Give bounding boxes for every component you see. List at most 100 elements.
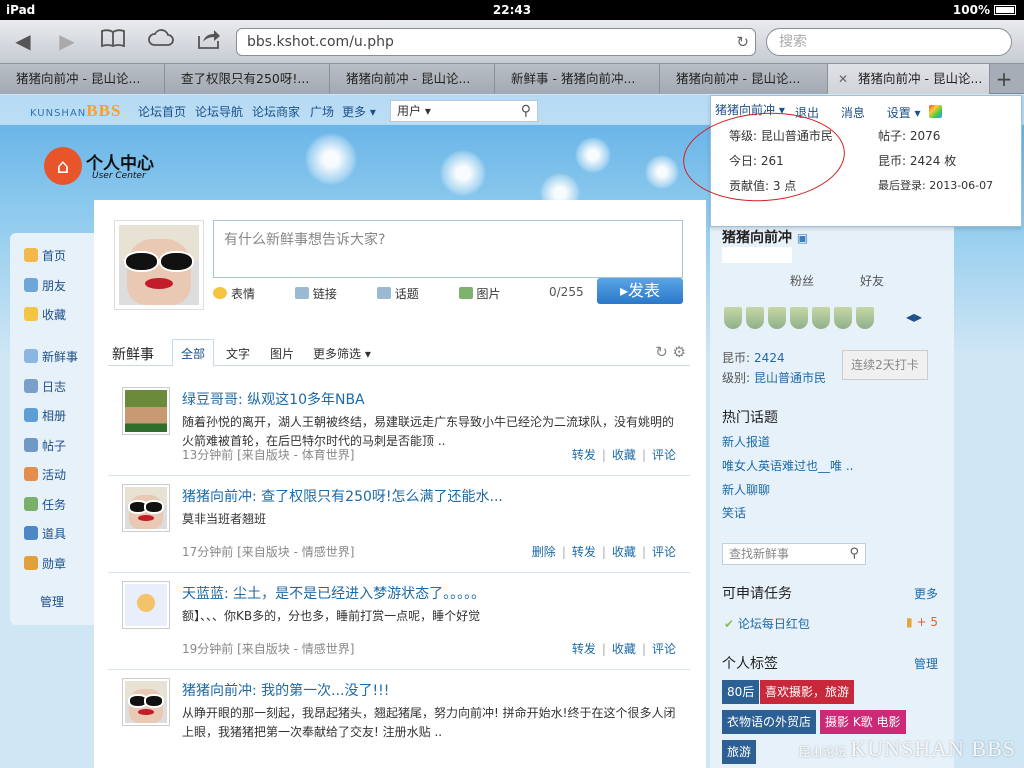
comment-link[interactable]: 评论 [652,448,676,462]
leftnav-manage[interactable]: 管理 [40,593,64,611]
gear-icon[interactable]: ⚙ [673,343,686,361]
forum-logo[interactable]: KUNSHANBBS [30,101,121,121]
feed-avatar[interactable] [122,678,170,726]
feed-title-link[interactable]: 天蓝蓝: 尘土，是不是已经进入梦游状态了。。。。。 [182,583,485,603]
address-bar[interactable]: bbs.kshot.com/u.php ↻ [236,28,756,56]
new-tab-icon[interactable]: + [992,64,1016,94]
medal-icon[interactable] [746,307,764,329]
feed-tab-text[interactable]: 文字 [226,345,250,362]
cloud-icon[interactable] [146,28,176,54]
color-theme-icon[interactable] [929,105,942,118]
tag-item[interactable]: 喜欢摄影，旅游 [760,680,855,704]
medal-icon[interactable] [812,307,830,329]
feed-tab-filter[interactable]: 更多筛选 ▾ [313,345,371,362]
tag-item[interactable]: 80后 [722,680,760,704]
reload-icon[interactable]: ↻ [736,29,749,55]
forward-icon[interactable]: ▶ [52,28,82,54]
hot-topic-link[interactable]: 新人报道 [722,433,770,450]
leftnav-medals[interactable]: 勋章 [24,555,66,573]
leftnav-favorites[interactable]: 收藏 [24,306,66,324]
topic-button[interactable]: 话题 [376,287,437,301]
hot-topic-link[interactable]: 新人聊聊 [722,481,770,498]
messages-link[interactable]: 消息 [841,106,865,120]
browser-tab[interactable]: 新鲜事 - 猪猪向前冲... [495,64,660,94]
emoji-button[interactable]: 表情 [213,287,273,301]
friends-icon [24,278,38,292]
comment-link[interactable]: 评论 [652,545,676,559]
browser-tab[interactable]: 猪猪向前冲 - 昆山论... [330,64,495,94]
search-icon[interactable]: ⚲ [849,544,859,564]
user-avatar[interactable] [114,220,204,310]
browser-tab[interactable]: 猪猪向前冲 - 昆山论... [0,64,165,94]
medal-list [724,307,878,332]
feed-title-link[interactable]: 绿豆哥哥: 纵观这10多年NBA [182,389,365,409]
leftnav-album[interactable]: 相册 [24,407,66,425]
leftnav-events[interactable]: 活动 [24,466,66,484]
refresh-icon[interactable]: ↻ [655,343,668,361]
tag-item[interactable]: 衣物语の外贸店 [722,710,817,734]
delete-link[interactable]: 删除 [532,545,556,559]
publish-button[interactable]: ▸发表 [597,278,683,304]
hot-topic-link[interactable]: 笑话 [722,504,746,521]
album-icon [24,408,38,422]
close-tab-icon[interactable]: ✕ [838,64,848,94]
leftnav-posts[interactable]: 帖子 [24,437,66,455]
task-item[interactable]: ✔ 论坛每日红包 [724,615,810,632]
medal-icon[interactable] [834,307,852,329]
leftnav-props[interactable]: 道具 [24,525,66,543]
leftnav-tasks[interactable]: 任务 [24,496,66,514]
fans-label[interactable]: 粉丝 [790,272,814,289]
browser-search-field[interactable]: 搜索 [766,28,1012,56]
nav-guide[interactable]: 论坛导航 [195,103,243,120]
medal-icon[interactable] [724,307,742,329]
nav-home[interactable]: 论坛首页 [138,103,186,120]
tags-manage-link[interactable]: 管理 [914,655,938,672]
feed-tab-all[interactable]: 全部 [172,339,215,367]
chevron-right-icon[interactable]: ◂▸ [906,307,922,326]
feed-tab-image[interactable]: 图片 [270,345,294,362]
nav-square[interactable]: 广场 [310,103,334,120]
bookmarks-icon[interactable] [98,28,128,54]
share-icon[interactable] [194,28,224,54]
medal-icon[interactable] [790,307,808,329]
forward-link[interactable]: 转发 [572,545,596,559]
browser-tab[interactable]: 查了权限只有250呀!... [165,64,330,94]
favorite-link[interactable]: 收藏 [612,545,636,559]
forward-link[interactable]: 转发 [572,448,596,462]
leftnav-friends[interactable]: 朋友 [24,277,66,295]
settings-link[interactable]: 设置 ▾ [887,106,921,120]
tag-item[interactable]: 旅游 [722,740,757,764]
leftnav-home[interactable]: 首页 [24,247,66,265]
nav-merchants[interactable]: 论坛商家 [252,103,300,120]
tasks-more-link[interactable]: 更多 [914,585,938,602]
status-input[interactable]: 有什么新鲜事想告诉大家? [213,220,683,278]
favorite-link[interactable]: 收藏 [612,642,636,656]
feed-search-input[interactable]: 查找新鲜事 ⚲ [722,543,866,565]
nav-more[interactable]: 更多 ▾ [342,103,376,120]
medal-icon[interactable] [768,307,786,329]
leftnav-news[interactable]: 新鲜事 [24,348,78,366]
comment-link[interactable]: 评论 [652,642,676,656]
hot-topic-link[interactable]: 唯女人英语难过也__唯 .. [722,457,853,474]
browser-tab-active[interactable]: ✕ 猪猪向前冲 - 昆山论... [828,64,990,94]
back-icon[interactable]: ◀ [8,28,38,54]
feed-avatar[interactable] [122,387,170,435]
feed-avatar[interactable] [122,484,170,532]
feed-title-link[interactable]: 猪猪向前冲: 查了权限只有250呀!怎么满了还能水... [182,486,503,506]
sidebar-username[interactable]: 猪猪向前冲 ▣ [722,227,808,247]
favorite-link[interactable]: 收藏 [612,448,636,462]
friends-label[interactable]: 好友 [860,272,884,289]
feed-title-link[interactable]: 猪猪向前冲: 我的第一次...没了!!! [182,680,389,700]
forum-search[interactable]: 用户 ▾ ⚲ [390,100,538,122]
medal-icon[interactable] [856,307,874,329]
tag-item[interactable]: 摄影 K歌 电影 [820,710,906,734]
image-button[interactable]: 图片 [458,287,519,301]
search-icon[interactable]: ⚲ [521,101,531,121]
leftnav-blog[interactable]: 日志 [24,378,66,396]
search-scope-select[interactable]: 用户 ▾ [397,104,431,118]
link-button[interactable]: 链接 [294,287,355,301]
forward-link[interactable]: 转发 [572,642,596,656]
browser-tab[interactable]: 猪猪向前冲 - 昆山论... [660,64,828,94]
checkin-button[interactable]: 连续2天打卡 [842,350,928,380]
feed-avatar[interactable] [122,581,170,629]
